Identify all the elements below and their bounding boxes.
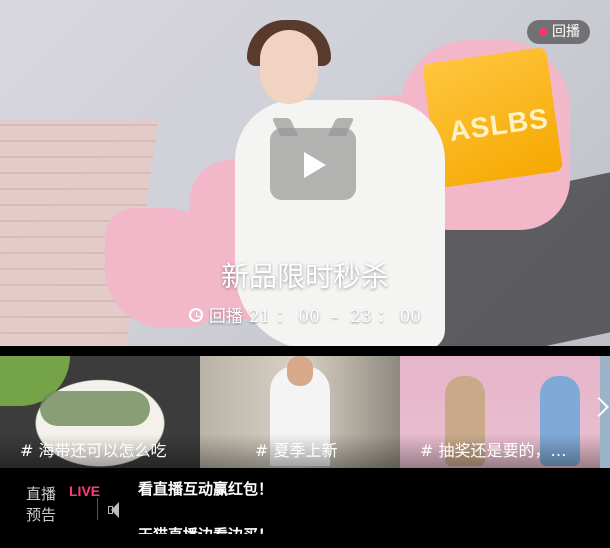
thumbnail-item[interactable]: # 海带还可以怎么吃 bbox=[0, 356, 200, 468]
scrolling-message: 天猫直播边看边买！ bbox=[138, 524, 273, 534]
play-icon bbox=[304, 152, 326, 178]
thumbnail-caption: # 海带还可以怎么吃 bbox=[0, 434, 200, 468]
face bbox=[260, 30, 318, 104]
preview-line-1: 直播 bbox=[26, 485, 57, 503]
live-stream-hero[interactable]: ASLBS 回播 新品限时秒杀 回播 21 ： 00 – 23 ： 00 bbox=[0, 0, 610, 346]
stream-title: 新品限时秒杀 bbox=[220, 260, 389, 293]
thumbnail-caption: # 夏季上新 bbox=[200, 434, 400, 468]
live-preview-bar: 直播 预告 LIVE 看直播互动赢红包！ 天猫直播边看边买！ bbox=[0, 468, 610, 548]
live-preview-label[interactable]: 直播 预告 bbox=[26, 484, 56, 526]
divider bbox=[0, 346, 610, 356]
time-range: 21 ： 00 – 23 ： 00 bbox=[248, 307, 422, 327]
thumbnail-item[interactable]: # 夏季上新 bbox=[200, 356, 400, 468]
thumbnail-item[interactable]: # 抽奖还是要的，… bbox=[400, 356, 600, 468]
bag-logo: ASLBS bbox=[447, 102, 551, 147]
live-logo: LIVE bbox=[69, 483, 101, 499]
vertical-divider bbox=[97, 498, 98, 520]
stream-time: 回播 21 ： 00 – 23 ： 00 bbox=[0, 302, 610, 327]
thumbnail-caption: # 抽奖还是要的，… bbox=[400, 434, 600, 468]
time-prefix: 回播 bbox=[208, 307, 243, 327]
replay-badge: 回播 bbox=[527, 20, 590, 44]
seaweed-soup bbox=[40, 391, 150, 426]
live-dot-icon bbox=[539, 28, 547, 36]
model-head bbox=[287, 356, 313, 386]
play-button[interactable] bbox=[270, 128, 356, 200]
replay-badge-label: 回播 bbox=[552, 24, 580, 40]
thumbnail-carousel[interactable]: # 海带还可以怎么吃 # 夏季上新 # 抽奖还是要的，… bbox=[0, 356, 610, 468]
clock-icon bbox=[188, 307, 203, 322]
scrolling-message: 看直播互动赢红包！ bbox=[138, 480, 274, 498]
speaker-icon[interactable] bbox=[108, 502, 126, 518]
preview-line-2: 预告 bbox=[26, 506, 57, 524]
